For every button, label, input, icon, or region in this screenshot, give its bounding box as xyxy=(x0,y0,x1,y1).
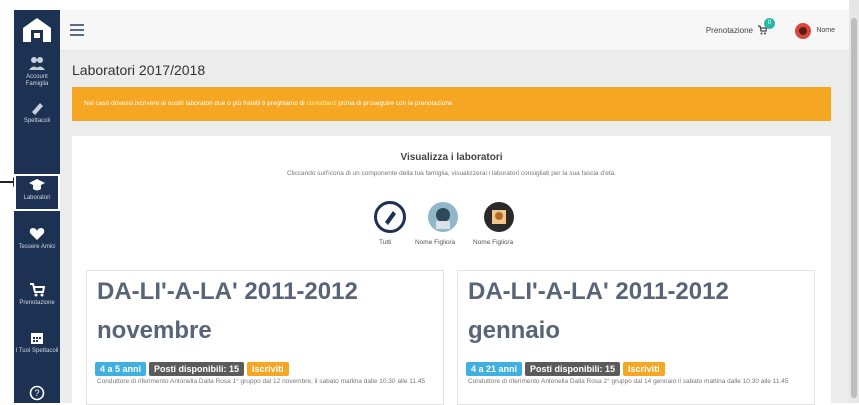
pointer-arrow xyxy=(0,177,20,187)
filter-child-2-button[interactable] xyxy=(484,202,514,232)
child-avatar-icon xyxy=(492,210,506,224)
avatar[interactable] xyxy=(795,23,811,39)
prenotazione-link[interactable]: Prenotazione xyxy=(706,26,753,35)
seats-badge: Posti disponibili: 15 xyxy=(525,362,621,376)
filter-label-child-2: Nome Figlio/a xyxy=(473,239,514,246)
house-logo-icon xyxy=(23,18,51,42)
svg-text:?: ? xyxy=(34,388,39,398)
seats-badge: Posti disponibili: 15 xyxy=(149,362,245,376)
card-tags: 4 a 21 anni Posti disponibili: 15 Iscrivit… xyxy=(466,359,668,377)
iscriviti-button[interactable]: Iscriviti xyxy=(623,362,665,376)
iscriviti-button[interactable]: Iscriviti xyxy=(247,362,289,376)
calendar-icon xyxy=(31,333,43,344)
card-month: novembre xyxy=(97,317,212,344)
ticket-icon xyxy=(385,211,396,225)
age-badge: 4 a 5 anni xyxy=(95,362,147,376)
scrollbar-thumb[interactable] xyxy=(851,18,857,398)
help-icon: ? xyxy=(29,385,45,401)
app-logo[interactable] xyxy=(14,10,60,50)
card-description: Conduttore di riferimento Antonella Dall… xyxy=(468,378,789,385)
info-alert: Nel caso dovessi iscrivere ai nostri lab… xyxy=(72,87,831,121)
sidebar-item-account-famiglia[interactable]: Account Famiglia xyxy=(14,56,60,88)
top-bar: Prenotazione 0 Nome xyxy=(60,10,849,51)
filter-tutti-button[interactable] xyxy=(374,201,406,233)
cart-count-badge: 0 xyxy=(764,18,775,29)
sidebar-item-tessere-amici[interactable]: Tessere Amici xyxy=(14,226,60,251)
filter-label-tutti: Tutti xyxy=(379,239,392,246)
vertical-scrollbar[interactable] xyxy=(849,0,859,403)
page-title: Laboratori 2017/2018 xyxy=(72,62,206,78)
card-title: DA-LI'-A-LA' 2011-2012 xyxy=(468,278,729,305)
users-icon xyxy=(29,57,45,70)
graduation-cap-icon xyxy=(29,179,45,191)
sidebar-item-label: Spettacoli xyxy=(23,118,51,124)
laboratorio-card: DA-LI'-A-LA' 2011-2012 gennaio 4 a 21 an… xyxy=(457,270,815,405)
alert-text-after: prima di proseguire con la prenotazione xyxy=(336,100,453,107)
user-name[interactable]: Nome xyxy=(816,27,835,34)
laboratorio-card: DA-LI'-A-LA' 2011-2012 novembre 4 a 5 an… xyxy=(86,270,444,405)
cart-icon xyxy=(30,283,46,297)
sidebar-item-label: Tessere Amici xyxy=(18,244,56,250)
filter-child-1-button[interactable] xyxy=(428,202,458,232)
contattarci-link[interactable]: contattarci xyxy=(307,100,337,107)
sidebar-item-label: Account Famiglia xyxy=(25,74,49,87)
sidebar-item-label: I Tuoi Spettacoli xyxy=(15,348,59,354)
alert-text-before: Nel caso dovessi iscrivere ai nostri lab… xyxy=(84,100,307,107)
card-description: Conduttore di riferimento Antonella Dall… xyxy=(97,378,426,385)
sidebar-item-help[interactable]: ? xyxy=(14,385,60,403)
panel-subtitle: Cliccando sull'icona di un componente de… xyxy=(286,170,617,177)
age-badge: 4 a 21 anni xyxy=(466,362,523,376)
laboratori-panel: Visualizza i laboratori Cliccando sull'i… xyxy=(72,136,831,405)
heart-icon xyxy=(29,228,45,240)
sidebar-item-label: Prenotazione xyxy=(19,300,55,306)
menu-icon[interactable] xyxy=(70,24,84,36)
main-content: Laboratori 2017/2018 Nel caso dovessi is… xyxy=(60,51,849,405)
child-avatar-icon xyxy=(436,208,450,229)
panel-title: Visualizza i laboratori xyxy=(400,152,503,163)
card-title: DA-LI'-A-LA' 2011-2012 xyxy=(97,278,358,305)
alert-text: Nel caso dovessi iscrivere ai nostri lab… xyxy=(84,100,453,107)
card-tags: 4 a 5 anni Posti disponibili: 15 Iscriviti xyxy=(95,359,292,377)
ticket-icon xyxy=(32,103,43,115)
card-month: gennaio xyxy=(468,317,561,344)
sidebar-item-prenotazione[interactable]: Prenotazione xyxy=(14,282,60,307)
sidebar-item-label: Laboratori xyxy=(23,195,51,201)
sidebar-item-laboratori[interactable]: Laboratori xyxy=(14,174,60,211)
sidebar-item-spettacoli[interactable]: Spettacoli xyxy=(14,100,60,125)
sidebar: Account Famiglia Spettacoli Laboratori T… xyxy=(14,10,60,403)
filter-label-child-1: Nome Figlio/a xyxy=(415,239,456,246)
sidebar-item-i-tuoi-spettacoli[interactable]: I Tuoi Spettacoli xyxy=(14,330,60,355)
